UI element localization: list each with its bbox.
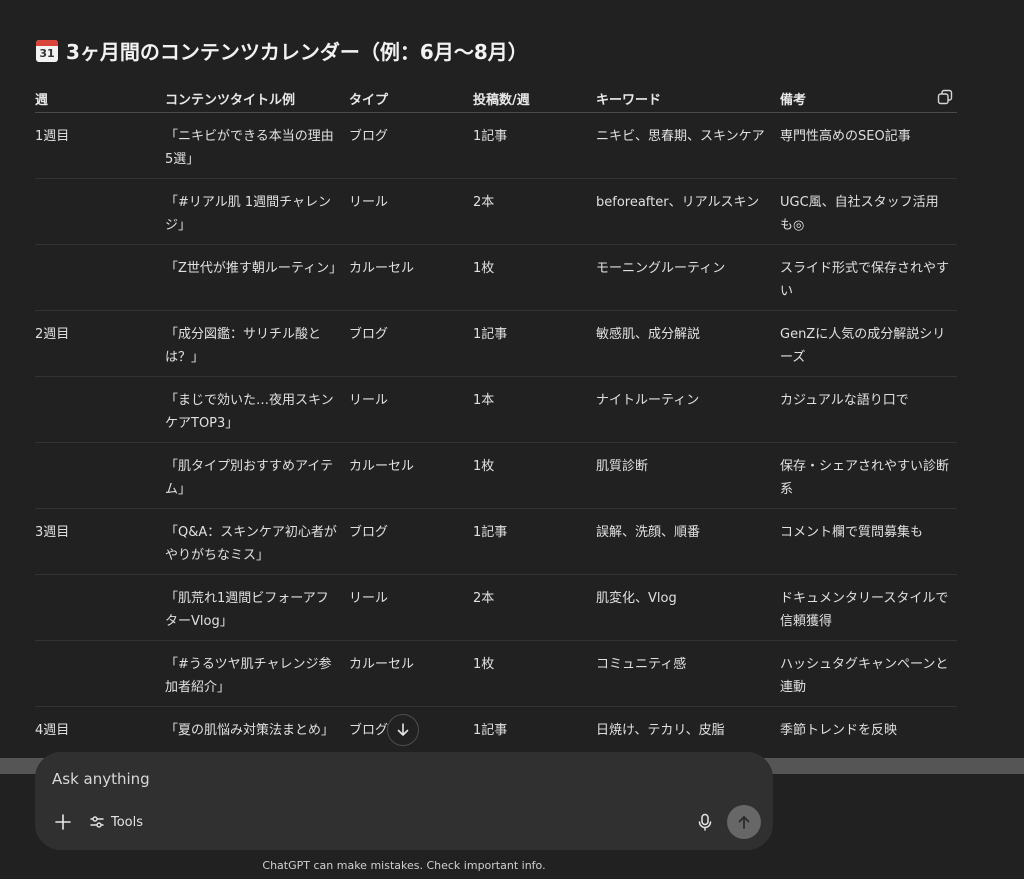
cell-frequency: 1枚 (473, 442, 596, 509)
table-row: 「Z世代が推す朝ルーティン」 カルーセル 1枚 モーニングルーティン スライド形… (35, 244, 957, 311)
cell-note: 保存・シェアされやすい診断系 (780, 442, 957, 509)
cell-keywords: beforeafter、リアルスキン (596, 178, 780, 245)
cell-week (35, 442, 165, 509)
conversation-area[interactable]: 31 3ヶ月間のコンテンツカレンダー（例：6月〜8月） 週 コンテンツタイトル例… (0, 0, 1024, 758)
cell-week (35, 244, 165, 311)
cell-week: 3週目 (35, 508, 165, 575)
header-title: コンテンツタイトル例 (165, 84, 349, 113)
header-type: タイプ (349, 84, 473, 113)
cell-type: カルーセル (349, 640, 473, 707)
cell-frequency: 1記事 (473, 310, 596, 377)
cell-note: スライド形式で保存されやすい (780, 244, 957, 311)
cell-frequency: 1本 (473, 376, 596, 443)
cell-title: 「肌荒れ1週間ビフォーアフターVlog」 (165, 574, 349, 641)
cell-week (35, 640, 165, 707)
cell-frequency: 1枚 (473, 640, 596, 707)
cell-type: リール (349, 178, 473, 245)
table-row: 「肌荒れ1週間ビフォーアフターVlog」 リール 2本 肌変化、Vlog ドキュ… (35, 574, 957, 641)
cell-week: 4週目 (35, 706, 165, 758)
cell-type: リール (349, 376, 473, 443)
header-keywords: キーワード (596, 84, 780, 113)
header-frequency: 投稿数/週 (473, 84, 596, 113)
cell-keywords: ナイトルーティン (596, 376, 780, 443)
cell-title: 「Z世代が推す朝ルーティン」 (165, 244, 349, 311)
cell-keywords: 肌変化、Vlog (596, 574, 780, 641)
arrow-down-icon (397, 723, 409, 736)
microphone-icon (698, 813, 712, 831)
cell-title: 「夏の肌悩み対策法まとめ」 (165, 706, 349, 758)
table-row: 2週目 「成分図鑑：サリチル酸とは？」 ブログ 1記事 敏感肌、成分解説 Gen… (35, 310, 957, 377)
cell-type: カルーセル (349, 244, 473, 311)
cell-keywords: 敏感肌、成分解説 (596, 310, 780, 377)
cell-type: ブログ (349, 310, 473, 377)
cell-title: 「#リアル肌 1週間チャレンジ」 (165, 178, 349, 245)
header-notes: 備考 (780, 84, 957, 113)
calendar-icon: 31 (36, 39, 58, 62)
cell-type: カルーセル (349, 442, 473, 509)
cell-week: 2週目 (35, 310, 165, 377)
header-week: 週 (35, 84, 165, 113)
cell-type: ブログ (349, 112, 473, 179)
cell-week (35, 376, 165, 443)
cell-frequency: 1記事 (473, 112, 596, 179)
cell-note: ドキュメンタリースタイルで信頼獲得 (780, 574, 957, 641)
cell-week: 1週目 (35, 112, 165, 179)
cell-title: 「Q&A：スキンケア初心者がやりがちなミス」 (165, 508, 349, 575)
table-row: 「#リアル肌 1週間チャレンジ」 リール 2本 beforeafter、リアルス… (35, 178, 957, 245)
cell-frequency: 1枚 (473, 244, 596, 311)
cell-keywords: 日焼け、テカリ、皮脂 (596, 706, 780, 758)
table-row: 1週目 「ニキビができる本当の理由5選」 ブログ 1記事 ニキビ、思春期、スキン… (35, 112, 957, 179)
cell-keywords: 誤解、洗顔、順番 (596, 508, 780, 575)
cell-keywords: ニキビ、思春期、スキンケア (596, 112, 780, 179)
tools-label: Tools (111, 814, 144, 830)
cell-type: ブログ (349, 508, 473, 575)
cell-frequency: 1記事 (473, 508, 596, 575)
prompt-input[interactable]: Ask anything (52, 770, 150, 788)
section-heading: 31 3ヶ月間のコンテンツカレンダー（例：6月〜8月） (36, 36, 528, 65)
cell-frequency: 2本 (473, 574, 596, 641)
chat-page: 31 3ヶ月間のコンテンツカレンダー（例：6月〜8月） 週 コンテンツタイトル例… (0, 0, 1024, 879)
section-heading-text: 3ヶ月間のコンテンツカレンダー（例：6月〜8月） (66, 40, 528, 64)
cell-type: リール (349, 574, 473, 641)
cell-frequency: 2本 (473, 178, 596, 245)
send-button[interactable] (727, 805, 761, 839)
cell-week (35, 574, 165, 641)
cell-note: カジュアルな語り口で (780, 376, 957, 443)
cell-title: 「肌タイプ別おすすめアイテム」 (165, 442, 349, 509)
arrow-up-icon (738, 816, 750, 829)
cell-note: 季節トレンドを反映 (780, 706, 957, 758)
cell-keywords: 肌質診断 (596, 442, 780, 509)
cell-week (35, 178, 165, 245)
cell-frequency: 1記事 (473, 706, 596, 758)
disclaimer-text: ChatGPT can make mistakes. Check importa… (262, 859, 546, 872)
add-attachment-button[interactable] (51, 810, 75, 834)
cell-title: 「成分図鑑：サリチル酸とは？」 (165, 310, 349, 377)
sliders-icon (90, 816, 104, 828)
cell-title: 「まじで効いた…夜用スキンケアTOP3」 (165, 376, 349, 443)
table-row: 4週目 「夏の肌悩み対策法まとめ」 ブログ 1記事 日焼け、テカリ、皮脂 季節ト… (35, 706, 957, 758)
plus-icon (55, 814, 71, 830)
dictation-button[interactable] (695, 812, 715, 832)
cell-note: UGC風、自社スタッフ活用も◎ (780, 178, 957, 245)
cell-note: GenZに人気の成分解説シリーズ (780, 310, 957, 377)
tools-button[interactable]: Tools (89, 810, 143, 834)
message-composer: Ask anything Tools (35, 752, 773, 850)
cell-keywords: モーニングルーティン (596, 244, 780, 311)
table-header-row: 週 コンテンツタイトル例 タイプ 投稿数/週 キーワード 備考 (35, 84, 957, 113)
cell-note: ハッシュタグキャンペーンと連動 (780, 640, 957, 707)
table-row: 「#うるツヤ肌チャレンジ参加者紹介」 カルーセル 1枚 コミュニティ感 ハッシュ… (35, 640, 957, 707)
cell-title: 「ニキビができる本当の理由5選」 (165, 112, 349, 179)
scroll-to-bottom-button[interactable] (387, 714, 419, 746)
table-row: 「まじで効いた…夜用スキンケアTOP3」 リール 1本 ナイトルーティン カジュ… (35, 376, 957, 443)
cell-note: コメント欄で質問募集も (780, 508, 957, 575)
content-calendar-table: 週 コンテンツタイトル例 タイプ 投稿数/週 キーワード 備考 1週目 「ニキビ… (35, 84, 957, 758)
table-row: 3週目 「Q&A：スキンケア初心者がやりがちなミス」 ブログ 1記事 誤解、洗顔… (35, 508, 957, 575)
cell-title: 「#うるツヤ肌チャレンジ参加者紹介」 (165, 640, 349, 707)
cell-keywords: コミュニティ感 (596, 640, 780, 707)
cell-note: 専門性高めのSEO記事 (780, 112, 957, 179)
table-row: 「肌タイプ別おすすめアイテム」 カルーセル 1枚 肌質診断 保存・シェアされやす… (35, 442, 957, 509)
